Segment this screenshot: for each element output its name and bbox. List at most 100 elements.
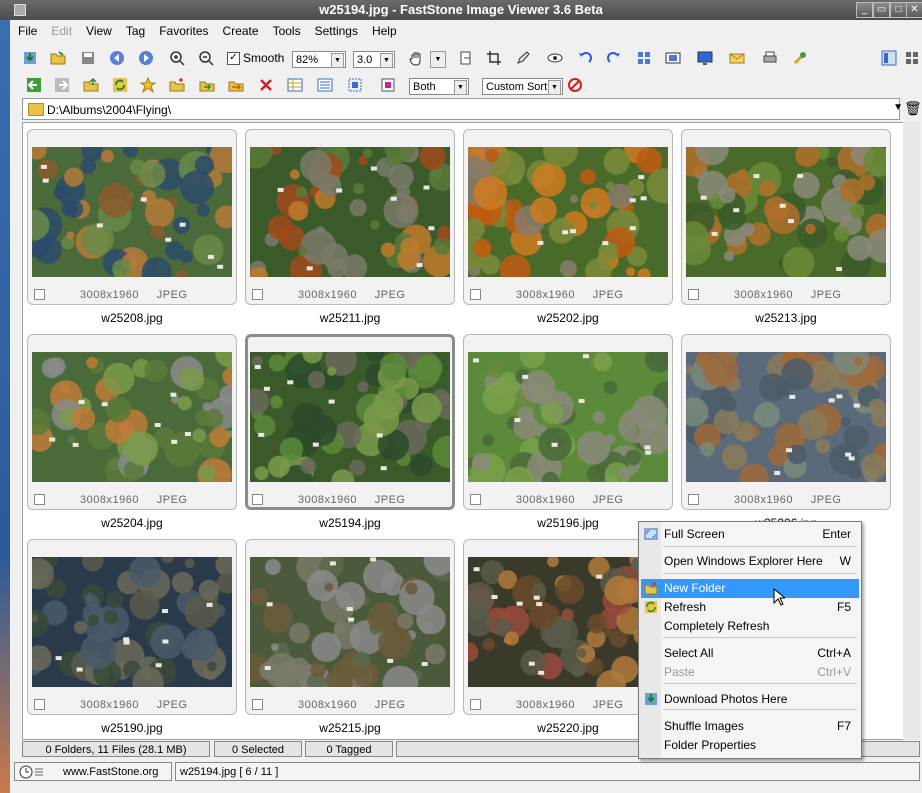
menu-favorites[interactable]: Favorites bbox=[151, 22, 214, 38]
crop-icon[interactable] bbox=[486, 50, 502, 66]
slideshow-icon[interactable] bbox=[697, 50, 713, 66]
thumbnail-filename[interactable]: w25194.jpg bbox=[245, 516, 455, 530]
minimize-button[interactable]: _ bbox=[856, 2, 873, 18]
smooth-checkbox[interactable]: ✓ bbox=[227, 52, 240, 65]
list-view-icon[interactable] bbox=[317, 77, 333, 93]
thumbnail-card[interactable]: 3008x1960 JPEG bbox=[27, 129, 237, 305]
menu-settings[interactable]: Settings bbox=[307, 22, 364, 38]
thumbnails-icon[interactable] bbox=[636, 50, 652, 66]
chevron-down-icon[interactable]: ▼ bbox=[893, 102, 903, 113]
menu-item-open-windows-explorer-here[interactable]: Open Windows Explorer Here W bbox=[641, 552, 859, 571]
vertical-scrollbar[interactable] bbox=[903, 122, 920, 740]
path-field[interactable]: D:\Albums\2004\Flying\ ▼ bbox=[22, 98, 903, 120]
thumbnail-card[interactable]: 3008x1960 JPEG bbox=[245, 129, 455, 305]
settings-icon[interactable] bbox=[792, 50, 808, 66]
thumbnail-checkbox[interactable] bbox=[470, 289, 481, 300]
forward-icon[interactable] bbox=[54, 77, 70, 93]
menu-view[interactable]: View bbox=[78, 22, 118, 38]
thumbnail-filename[interactable]: w25202.jpg bbox=[463, 311, 673, 325]
restore-button[interactable]: ▭ bbox=[873, 2, 890, 18]
copy-to-folder-icon[interactable] bbox=[199, 77, 215, 93]
menu-item-new-folder[interactable]: New Folder bbox=[641, 579, 859, 598]
save-icon[interactable] bbox=[80, 50, 96, 66]
thumbnail-card[interactable]: 3008x1960 JPEG bbox=[245, 539, 455, 715]
thumbnail-image[interactable] bbox=[686, 147, 886, 277]
thumbnail-checkbox[interactable] bbox=[34, 289, 45, 300]
menu-item-refresh[interactable]: Refresh F5 bbox=[641, 598, 859, 617]
thumbnail-filename[interactable]: w25213.jpg bbox=[681, 311, 891, 325]
title-bar[interactable]: w25194.jpg - FastStone Image Viewer 3.6 … bbox=[0, 0, 922, 20]
red-eye-icon[interactable] bbox=[547, 50, 563, 66]
thumbnail-filename[interactable]: w25208.jpg bbox=[27, 311, 237, 325]
back-icon[interactable] bbox=[26, 77, 42, 93]
thumbnail-image[interactable] bbox=[32, 147, 232, 277]
thumbnail-checkbox[interactable] bbox=[470, 699, 481, 710]
thumbnail-image[interactable] bbox=[250, 352, 450, 482]
thumbnail-checkbox[interactable] bbox=[688, 494, 699, 505]
menu-edit[interactable]: Edit bbox=[43, 22, 78, 38]
chevron-down-icon[interactable]: ▼ bbox=[430, 51, 446, 68]
open-folder-icon[interactable] bbox=[50, 50, 66, 66]
sort-select[interactable]: Custom Sort ▼ bbox=[482, 78, 563, 95]
maximize-button[interactable]: □ bbox=[890, 2, 907, 18]
download-icon[interactable] bbox=[22, 50, 38, 66]
details-view-icon[interactable] bbox=[287, 77, 303, 93]
menu-create[interactable]: Create bbox=[215, 22, 265, 38]
zoom-in-icon[interactable] bbox=[169, 50, 185, 66]
thumbnail-checkbox[interactable] bbox=[252, 699, 263, 710]
thumbnail-checkbox[interactable] bbox=[470, 494, 481, 505]
move-to-folder-icon[interactable] bbox=[228, 77, 244, 93]
menu-file[interactable]: File bbox=[10, 22, 43, 38]
thumbnail-card[interactable]: 3008x1960 JPEG bbox=[463, 334, 673, 510]
thumbnail-card[interactable]: 3008x1960 JPEG bbox=[27, 334, 237, 510]
thumbnail-image[interactable] bbox=[250, 147, 450, 277]
menu-item-select-all[interactable]: Select All Ctrl+A bbox=[641, 644, 859, 663]
edit-icon[interactable] bbox=[515, 50, 531, 66]
zoom-select[interactable]: 82% ▼ bbox=[292, 51, 346, 68]
thumbnail-filename[interactable]: w25190.jpg bbox=[27, 721, 237, 735]
refresh-icon[interactable] bbox=[112, 77, 128, 93]
thumbnail-card[interactable]: 3008x1960 JPEG bbox=[245, 334, 455, 510]
thumbnail-image[interactable] bbox=[468, 352, 668, 482]
thumbnail-image[interactable] bbox=[32, 352, 232, 482]
thumbnail-checkbox[interactable] bbox=[252, 494, 263, 505]
menu-help[interactable]: Help bbox=[364, 22, 403, 38]
rotate-left-icon[interactable] bbox=[577, 50, 593, 66]
thumbnail-filename[interactable]: w25204.jpg bbox=[27, 516, 237, 530]
favorites-icon[interactable] bbox=[140, 77, 156, 93]
thumbnail-checkbox[interactable] bbox=[34, 494, 45, 505]
print-icon[interactable] bbox=[762, 50, 778, 66]
thumbnail-image[interactable] bbox=[32, 557, 232, 687]
website-link[interactable]: www.FastStone.org bbox=[14, 762, 172, 781]
menu-item-completely-refresh[interactable]: Completely Refresh bbox=[641, 617, 859, 636]
menu-tools[interactable]: Tools bbox=[265, 22, 307, 38]
menu-item-full-screen[interactable]: Full Screen Enter bbox=[641, 525, 859, 544]
zoom-out-icon[interactable] bbox=[198, 50, 214, 66]
layout-icon[interactable] bbox=[881, 50, 897, 66]
thumbnail-checkbox[interactable] bbox=[688, 289, 699, 300]
rotate-right-icon[interactable] bbox=[606, 50, 622, 66]
tag-icon[interactable] bbox=[380, 77, 396, 93]
thumbnail-filename[interactable]: w25215.jpg bbox=[245, 721, 455, 735]
grid-view-icon[interactable] bbox=[904, 50, 920, 66]
thumbnail-checkbox[interactable] bbox=[34, 699, 45, 710]
previous-icon[interactable] bbox=[109, 50, 125, 66]
filmstrip-icon[interactable] bbox=[665, 50, 681, 66]
new-folder-icon[interactable] bbox=[169, 77, 185, 93]
copy-to-icon[interactable] bbox=[458, 50, 474, 66]
filter-select[interactable]: Both ▼ bbox=[409, 78, 469, 95]
thumbnail-image[interactable] bbox=[250, 557, 450, 687]
delete-icon[interactable] bbox=[258, 77, 274, 93]
next-icon[interactable] bbox=[138, 50, 154, 66]
thumbnail-checkbox[interactable] bbox=[252, 289, 263, 300]
menu-item-folder-properties[interactable]: Folder Properties bbox=[641, 736, 859, 755]
gamma-select[interactable]: 3.0 ▼ bbox=[353, 51, 395, 68]
menu-tag[interactable]: Tag bbox=[118, 22, 151, 38]
thumbnail-card[interactable]: 3008x1960 JPEG bbox=[681, 129, 891, 305]
thumbnail-card[interactable]: 3008x1960 JPEG bbox=[463, 129, 673, 305]
hand-tool-icon[interactable] bbox=[408, 50, 424, 66]
thumbnail-filename[interactable]: w25211.jpg bbox=[245, 311, 455, 325]
email-icon[interactable] bbox=[729, 50, 745, 66]
thumbnail-card[interactable]: 3008x1960 JPEG bbox=[681, 334, 891, 510]
close-button[interactable]: ✕ bbox=[906, 2, 922, 18]
